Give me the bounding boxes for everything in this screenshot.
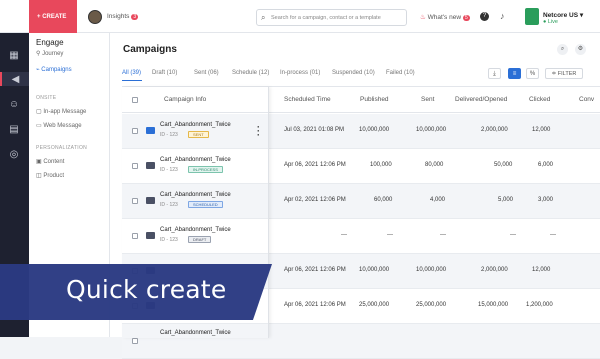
active-tab-indicator	[122, 80, 142, 81]
tab-schedule[interactable]: Schedule (12)	[232, 70, 269, 76]
published-count: ---	[387, 232, 393, 238]
scheduled-time: Apr 06, 2021 12:06 PM	[284, 302, 346, 308]
reports-icon[interactable]: ▤	[7, 122, 21, 136]
in-app-icon: ▢	[36, 109, 42, 115]
avatar[interactable]	[88, 10, 102, 24]
sidebar-item-campaigns[interactable]: ⌁ Campaigns	[36, 66, 72, 73]
campaigns-icon: ⌁	[36, 67, 40, 73]
sidebar-item-content[interactable]: ▣ Content	[36, 158, 64, 165]
download-icon[interactable]: ⤓	[488, 68, 501, 79]
product-icon: ◫	[36, 173, 42, 179]
filter-icon: ≑	[551, 71, 557, 77]
scheduled-time: Apr 02, 2021 12:06 PM	[284, 197, 346, 203]
filter-button[interactable]: ≑ FILTER	[545, 68, 583, 79]
sidebar-item-web-message[interactable]: ▭ Web Message	[36, 122, 82, 129]
search-input[interactable]: ⌕ Search for a campaign, contact or a te…	[256, 9, 407, 26]
row-checkbox[interactable]	[132, 338, 138, 344]
delivered-count: 2,000,000	[481, 127, 508, 133]
delivered-count: 15,000,000	[478, 302, 509, 308]
clicked-count: 12,000	[532, 127, 551, 133]
clicked-count: 1,200,000	[526, 302, 553, 308]
web-message-icon: ▭	[36, 123, 42, 129]
journey-icon: ⚲	[36, 51, 41, 57]
dashboard-icon[interactable]: ▦	[7, 48, 21, 62]
sent-count: 4,000	[430, 197, 446, 203]
caption-text: Quick create	[66, 275, 227, 304]
help-icon[interactable]: ?	[480, 12, 489, 21]
clicked-count: ---	[550, 232, 556, 238]
plus-icon: +	[37, 14, 41, 20]
percent-view-icon[interactable]: %	[526, 68, 539, 79]
published-count: 10,000,000	[359, 127, 390, 133]
tab-in-process[interactable]: In-process (01)	[280, 70, 320, 76]
sidebar-item-product[interactable]: ◫ Product	[36, 172, 64, 179]
scheduled-time: Apr 06, 2021 12:06 PM	[284, 162, 346, 168]
analytics-icon[interactable]: ◎	[7, 147, 21, 161]
account-logo[interactable]	[525, 8, 539, 25]
top-bar: Insights 3 ⌕ Search for a campaign, conta…	[0, 0, 600, 33]
search-icon: ⌕	[261, 13, 266, 22]
scheduled-time: Apr 06, 2021 12:06 PM	[284, 267, 346, 273]
tab-all[interactable]: All (39)	[122, 70, 141, 76]
delivered-count: 5,000	[498, 197, 514, 203]
sidebar-item-journey[interactable]: ⚲ Journey	[36, 50, 63, 57]
content-icon: ▣	[36, 159, 42, 165]
delivered-count: 50,000	[494, 162, 513, 168]
tab-suspended[interactable]: Suspended (10)	[332, 70, 375, 76]
create-button[interactable]: + CREATE	[29, 0, 77, 33]
column-header[interactable]: Sent	[421, 96, 434, 103]
clicked-count: 6,000	[538, 162, 554, 168]
column-header[interactable]: Scheduled Time	[284, 96, 331, 103]
delivered-count: 2,000,000	[481, 267, 508, 273]
insights-badge: 3	[131, 14, 139, 20]
published-count: 100,000	[370, 162, 392, 168]
tab-draft[interactable]: Draft (10)	[152, 70, 177, 76]
search-icon[interactable]: ⌕	[557, 44, 568, 55]
scheduled-time: Jul 03, 2021 01:08 PM	[284, 127, 345, 133]
published-count: 25,000,000	[359, 302, 390, 308]
engage-icon[interactable]: ◀	[0, 72, 29, 86]
chevron-down-icon: ▾	[579, 12, 584, 19]
fire-icon: ♨	[420, 14, 426, 21]
account-name[interactable]: Netcore US ▾	[543, 11, 583, 19]
sidebar-section-onsite: ONSITE	[36, 95, 57, 101]
whats-new-badge: 5	[463, 15, 470, 21]
gear-icon[interactable]: ⚙	[575, 44, 586, 55]
published-count: 10,000,000	[359, 267, 390, 273]
sent-count: 10,000,000	[416, 127, 447, 133]
tab-failed[interactable]: Failed (10)	[386, 70, 415, 76]
column-header[interactable]: Delivered/Opened	[455, 96, 507, 103]
column-header[interactable]: Conv	[579, 96, 594, 103]
clicked-count: 3,000	[538, 197, 554, 203]
page-title: Campaigns	[123, 44, 177, 55]
tab-sent[interactable]: Sent (06)	[194, 70, 219, 76]
column-header[interactable]: Published	[360, 96, 389, 103]
sidebar-section-personalization: PERSONALIZATION	[36, 145, 88, 151]
bell-icon[interactable]: ♪	[500, 11, 505, 21]
users-icon[interactable]: ☺	[7, 97, 21, 111]
list-view-icon[interactable]: ≡	[508, 68, 521, 79]
sent-count: 25,000,000	[416, 302, 447, 308]
sidebar-item-in-app-message[interactable]: ▢ In-app Message	[36, 108, 86, 115]
column-header[interactable]: Clicked	[529, 96, 550, 103]
scheduled-time: ---	[341, 232, 347, 238]
clicked-count: 12,000	[532, 267, 551, 273]
sent-count: 80,000	[425, 162, 444, 168]
delivered-count: ---	[510, 232, 516, 238]
published-count: 60,000	[374, 197, 393, 203]
sidebar-title: Engage	[36, 38, 64, 47]
sent-count: ---	[440, 232, 446, 238]
account-status: ● Live	[543, 19, 558, 25]
insights-link[interactable]: Insights 3	[107, 13, 139, 20]
whats-new-link[interactable]: ♨ What's new 5	[420, 13, 470, 21]
sent-count: 10,000,000	[416, 267, 447, 273]
